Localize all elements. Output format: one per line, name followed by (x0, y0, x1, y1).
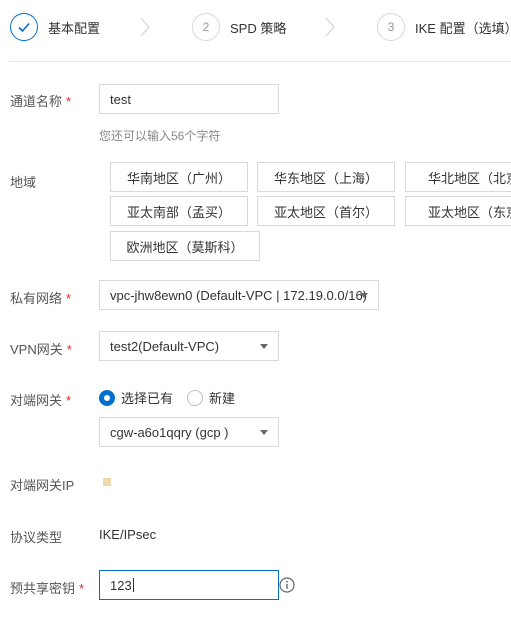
region-option-mumbai[interactable]: 亚太南部（孟买） (110, 196, 248, 226)
tunnel-name-label: 通道名称 * (10, 94, 72, 109)
region-option-guangzhou[interactable]: 华南地区（广州） (110, 162, 248, 192)
chevron-right-icon (325, 17, 335, 37)
radio-unchecked-icon (187, 389, 203, 406)
vpn-gateway-label: VPN网关 * (10, 342, 72, 357)
step-label: 基本配置 (48, 20, 101, 36)
radio-label: 新建 (209, 391, 236, 406)
peer-gateway-label: 对端网关 * (10, 393, 72, 408)
vpc-select[interactable]: vpc-jhw8ewn0 (Default-VPC | 172.19.0.0/1… (99, 280, 379, 310)
vpc-label: 私有网络 * (10, 291, 72, 306)
step-indicator: 基本配置 2 SPD 策略 3 IKE 配置（选填） (0, 0, 511, 58)
step-spd-policy: 2 SPD 策略 (192, 13, 286, 41)
region-option-shanghai[interactable]: 华东地区（上海） (257, 162, 395, 192)
radio-checked-icon (99, 389, 115, 406)
text-cursor (132, 578, 134, 592)
caret-down-icon (260, 344, 268, 349)
tunnel-name-input[interactable]: test (99, 84, 279, 114)
region-option-beijing[interactable]: 华北地区（北京） (405, 162, 511, 192)
radio-label: 选择已有 (121, 391, 174, 406)
divider (9, 61, 511, 62)
tunnel-name-hint: 您还可以输入56个字符 (99, 129, 221, 143)
peer-ip-value-placeholder (103, 478, 111, 486)
peer-gateway-select[interactable]: cgw-a6o1qqry (gcp ) (99, 417, 279, 447)
step-label: IKE 配置（选填） (415, 20, 511, 36)
region-option-seoul[interactable]: 亚太地区（首尔） (257, 196, 395, 226)
region-option-moscow[interactable]: 欧洲地区（莫斯科） (110, 231, 260, 261)
peer-gateway-new-radio[interactable]: 新建 (187, 388, 235, 407)
step-number: 3 (377, 13, 405, 41)
info-icon[interactable] (279, 577, 295, 593)
region-option-tokyo[interactable]: 亚太地区（东京） (405, 196, 511, 226)
step-basic-config: 基本配置 (10, 13, 100, 41)
step-ike-config: 3 IKE 配置（选填） (377, 13, 511, 41)
peer-ip-label: 对端网关IP (10, 478, 75, 493)
step-number: 2 (192, 13, 220, 41)
check-icon (10, 13, 38, 41)
region-label: 地域 (10, 175, 37, 190)
psk-label: 预共享密钥 * (10, 581, 85, 596)
psk-input[interactable]: 123 (99, 570, 279, 600)
peer-gateway-existing-radio[interactable]: 选择已有 (99, 388, 173, 407)
chevron-right-icon (140, 17, 150, 37)
caret-down-icon (260, 430, 268, 435)
protocol-label: 协议类型 (10, 530, 63, 545)
vpn-gateway-select[interactable]: test2(Default-VPC) (99, 331, 279, 361)
protocol-value: IKE/IPsec (99, 527, 157, 542)
step-label: SPD 策略 (230, 20, 287, 36)
caret-down-icon (360, 293, 368, 298)
